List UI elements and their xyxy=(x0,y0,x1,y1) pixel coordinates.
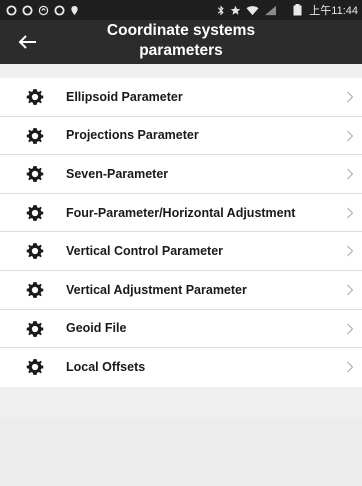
app-bar: Coordinate systems parameters xyxy=(0,20,362,64)
gear-icon xyxy=(26,89,44,105)
list-item-label: Ellipsoid Parameter xyxy=(66,89,183,104)
status-bar: 上午11:44 xyxy=(0,0,362,20)
chevron-right-icon xyxy=(347,284,354,296)
location-icon xyxy=(71,5,78,15)
app-icon xyxy=(6,4,17,16)
chevron-right-icon xyxy=(347,130,354,141)
list-item-four-parameter[interactable]: Four-Parameter/Horizontal Adjustment xyxy=(0,194,362,233)
gear-icon xyxy=(26,320,44,337)
chevron-right-icon xyxy=(347,168,354,180)
chevron-right-icon xyxy=(347,323,354,334)
gear-icon xyxy=(26,166,44,183)
page-title-line-1: Coordinate systems xyxy=(106,22,256,39)
gear-icon xyxy=(26,243,44,260)
chevron-right-icon xyxy=(347,361,354,373)
page-title: Coordinate systems parameters xyxy=(60,21,302,61)
gear-icon xyxy=(26,282,44,298)
bluetooth-icon xyxy=(218,5,224,15)
page-title-line-2: parameters xyxy=(139,42,223,59)
list-item-label: Four-Parameter/Horizontal Adjustment xyxy=(66,205,296,220)
status-left-icons xyxy=(6,4,79,16)
list-item-vertical-control-parameter[interactable]: Vertical Control Parameter xyxy=(0,232,362,271)
list-item-label: Local Offsets xyxy=(66,360,146,375)
empty-footer-area xyxy=(0,418,362,486)
list-item-ellipsoid-parameter[interactable]: Ellipsoid Parameter xyxy=(0,78,362,117)
list-item-label: Vertical Control Parameter xyxy=(66,244,224,259)
app-icon xyxy=(22,4,33,16)
chevron-right-icon xyxy=(347,246,354,257)
star-icon xyxy=(231,5,241,15)
list-item-seven-parameter[interactable]: Seven-Parameter xyxy=(0,155,362,194)
signal-icon xyxy=(265,5,277,15)
list-item-projections-parameter[interactable]: Projections Parameter xyxy=(0,117,362,156)
list-item-label: Vertical Adjustment Parameter xyxy=(66,282,247,297)
clock: 上午11:44 xyxy=(309,5,358,17)
wifi-icon xyxy=(246,5,259,15)
list-item-geoid-file[interactable]: Geoid File xyxy=(0,310,362,349)
list-item-label: Projections Parameter xyxy=(66,128,199,143)
parameters-list: Ellipsoid Parameter Projections Paramete… xyxy=(0,78,362,387)
list-item-vertical-adjustment-parameter[interactable]: Vertical Adjustment Parameter xyxy=(0,271,362,310)
sync-icon xyxy=(38,5,49,15)
list-item-label: Geoid File xyxy=(66,321,127,336)
list-item-label: Seven-Parameter xyxy=(66,166,169,181)
gear-icon xyxy=(26,204,44,221)
status-right-icons: 上午11:44 xyxy=(217,2,358,18)
chevron-right-icon xyxy=(347,91,354,103)
battery-icon xyxy=(293,4,302,16)
gear-icon xyxy=(26,359,44,376)
chevron-right-icon xyxy=(347,207,354,219)
list-item-local-offsets[interactable]: Local Offsets xyxy=(0,348,362,387)
app-icon xyxy=(54,4,65,16)
arrow-left-icon[interactable] xyxy=(16,30,40,54)
gear-icon xyxy=(26,127,44,144)
